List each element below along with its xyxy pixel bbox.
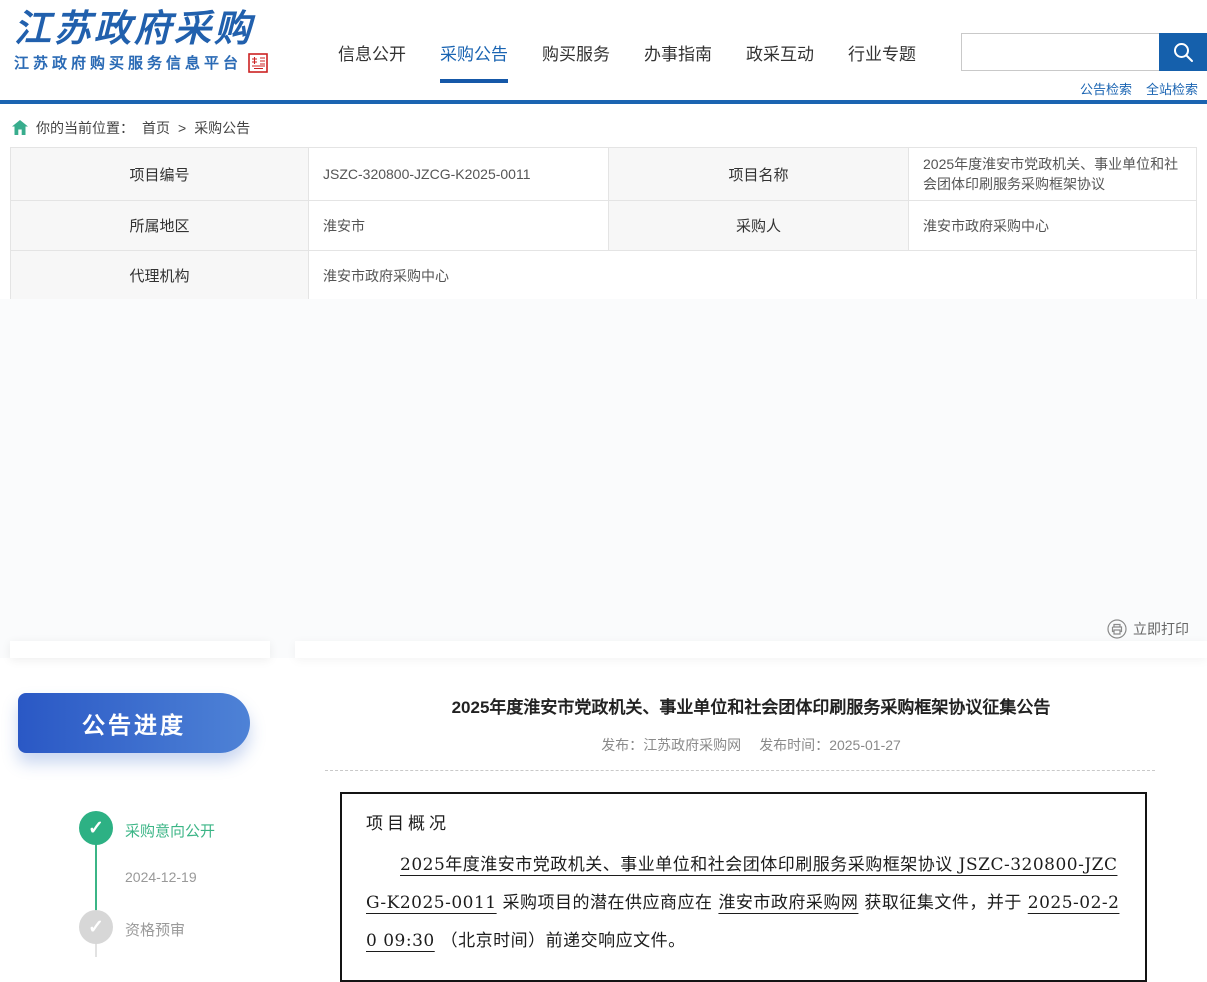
print-button[interactable]: 立即打印 xyxy=(1107,619,1189,639)
site-header: 江苏政府采购 江苏政府购买服务信息平台 信息公开 采购公告 购买服务 办事指南 … xyxy=(0,0,1207,104)
nav-item-info-disclosure[interactable]: 信息公开 xyxy=(338,40,406,83)
project-name-label: 项目名称 xyxy=(608,147,909,201)
breadcrumb-prefix: 你的当前位置： xyxy=(36,119,134,136)
dashed-divider xyxy=(325,770,1155,771)
logo-subtitle: 江苏政府购买服务信息平台 xyxy=(14,55,243,72)
breadcrumb-home[interactable]: 首页 xyxy=(142,118,170,138)
logo-title: 江苏政府采购 xyxy=(14,6,254,50)
breadcrumb: 你的当前位置： 首页 > 采购公告 xyxy=(0,108,1207,147)
article-title: 2025年度淮安市党政机关、事业单位和社会团体印刷服务采购框架协议征集公告 xyxy=(451,698,1051,717)
search-box xyxy=(961,33,1207,71)
search-icon xyxy=(1174,43,1193,62)
step-done-check-icon: ✓ xyxy=(79,811,113,845)
project-info-table: 项目编号 JSZC-320800-JZCG-K2025-0011 项目名称 20… xyxy=(10,147,1197,301)
progress-panel-title: 公告进度 xyxy=(18,693,250,753)
nav-item-interaction[interactable]: 政采互动 xyxy=(746,40,814,83)
agency-label: 代理机构 xyxy=(10,250,309,301)
announcement-progress-panel: 公告进度 ✓ 采购意向公开 2024-12-19 ✓ 资格预审 xyxy=(10,641,270,957)
content-area: 立即打印 公告进度 ✓ 采购意向公开 2024-12-19 ✓ 资格预审 202… xyxy=(0,299,1207,982)
table-row: 所属地区 淮安市 采购人 淮安市政府采购中心 xyxy=(10,200,1197,251)
purchaser-label: 采购人 xyxy=(608,200,909,251)
nav-item-purchase-services[interactable]: 购买服务 xyxy=(542,40,610,83)
project-number-label: 项目编号 xyxy=(10,147,309,201)
region-value: 淮安市 xyxy=(308,200,609,251)
article-meta: 发布：江苏政府采购网 发布时间：2025-01-27 xyxy=(295,735,1207,755)
project-overview-box: 项目概况 2025年度淮安市党政机关、事业单位和社会团体印刷服务采购框架协议 J… xyxy=(340,792,1147,982)
search-button[interactable] xyxy=(1159,33,1207,71)
agency-value: 淮安市政府采购中心 xyxy=(308,250,1197,301)
breadcrumb-current[interactable]: 采购公告 xyxy=(194,118,250,138)
announcement-article: 2025年度淮安市党政机关、事业单位和社会团体印刷服务采购框架协议征集公告 发布… xyxy=(295,641,1207,982)
overview-text: （北京时间）前递交响应文件。 xyxy=(434,931,686,951)
print-label: 立即打印 xyxy=(1133,621,1189,637)
sitewide-search-link[interactable]: 全站检索 xyxy=(1146,79,1198,98)
step-label-intent-disclosure: 采购意向公开 xyxy=(125,823,216,840)
publish-time-value: 2025-01-27 xyxy=(829,737,901,753)
site-logo: 江苏政府采购 江苏政府购买服务信息平台 xyxy=(14,6,268,73)
home-icon xyxy=(12,120,28,135)
region-label: 所属地区 xyxy=(10,200,309,251)
overview-text: 获取征集文件，并于 xyxy=(858,893,1028,913)
step-date-intent-disclosure: 2024-12-19 xyxy=(125,869,197,885)
search-scope-links: 公告检索 全站检索 xyxy=(1080,79,1198,98)
search-input[interactable] xyxy=(961,33,1159,71)
timeline-connector-done xyxy=(95,841,97,911)
project-number-value: JSZC-320800-JZCG-K2025-0011 xyxy=(308,147,609,201)
red-seal-icon xyxy=(248,52,268,73)
announcement-search-link[interactable]: 公告检索 xyxy=(1080,79,1132,98)
publish-time-label: 发布时间： xyxy=(759,737,830,753)
printer-icon xyxy=(1107,619,1127,639)
nav-item-service-guide[interactable]: 办事指南 xyxy=(644,40,712,83)
step-pending-check-icon: ✓ xyxy=(79,910,113,944)
overview-text: 采购项目的潜在供应商应在 xyxy=(496,893,719,913)
overview-heading: 项目概况 xyxy=(366,814,450,834)
procurement-site-link[interactable]: 淮安市政府采购网 xyxy=(718,893,858,913)
main-nav: 信息公开 采购公告 购买服务 办事指南 政采互动 行业专题 xyxy=(338,40,916,83)
project-name-value: 2025年度淮安市党政机关、事业单位和社会团体印刷服务采购框架协议 xyxy=(908,147,1197,201)
step-label-prequalification: 资格预审 xyxy=(125,922,186,939)
breadcrumb-separator: > xyxy=(178,119,187,136)
publisher-value: 江苏政府采购网 xyxy=(643,737,742,753)
publisher-label: 发布： xyxy=(601,737,644,753)
purchaser-value: 淮安市政府采购中心 xyxy=(908,200,1197,251)
overview-paragraph: 2025年度淮安市党政机关、事业单位和社会团体印刷服务采购框架协议 JSZC-3… xyxy=(366,846,1121,960)
table-row: 代理机构 淮安市政府采购中心 xyxy=(10,250,1197,301)
nav-item-procurement-notices[interactable]: 采购公告 xyxy=(440,40,508,83)
table-row: 项目编号 JSZC-320800-JZCG-K2025-0011 项目名称 20… xyxy=(10,147,1197,201)
nav-item-industry-topics[interactable]: 行业专题 xyxy=(848,40,916,83)
